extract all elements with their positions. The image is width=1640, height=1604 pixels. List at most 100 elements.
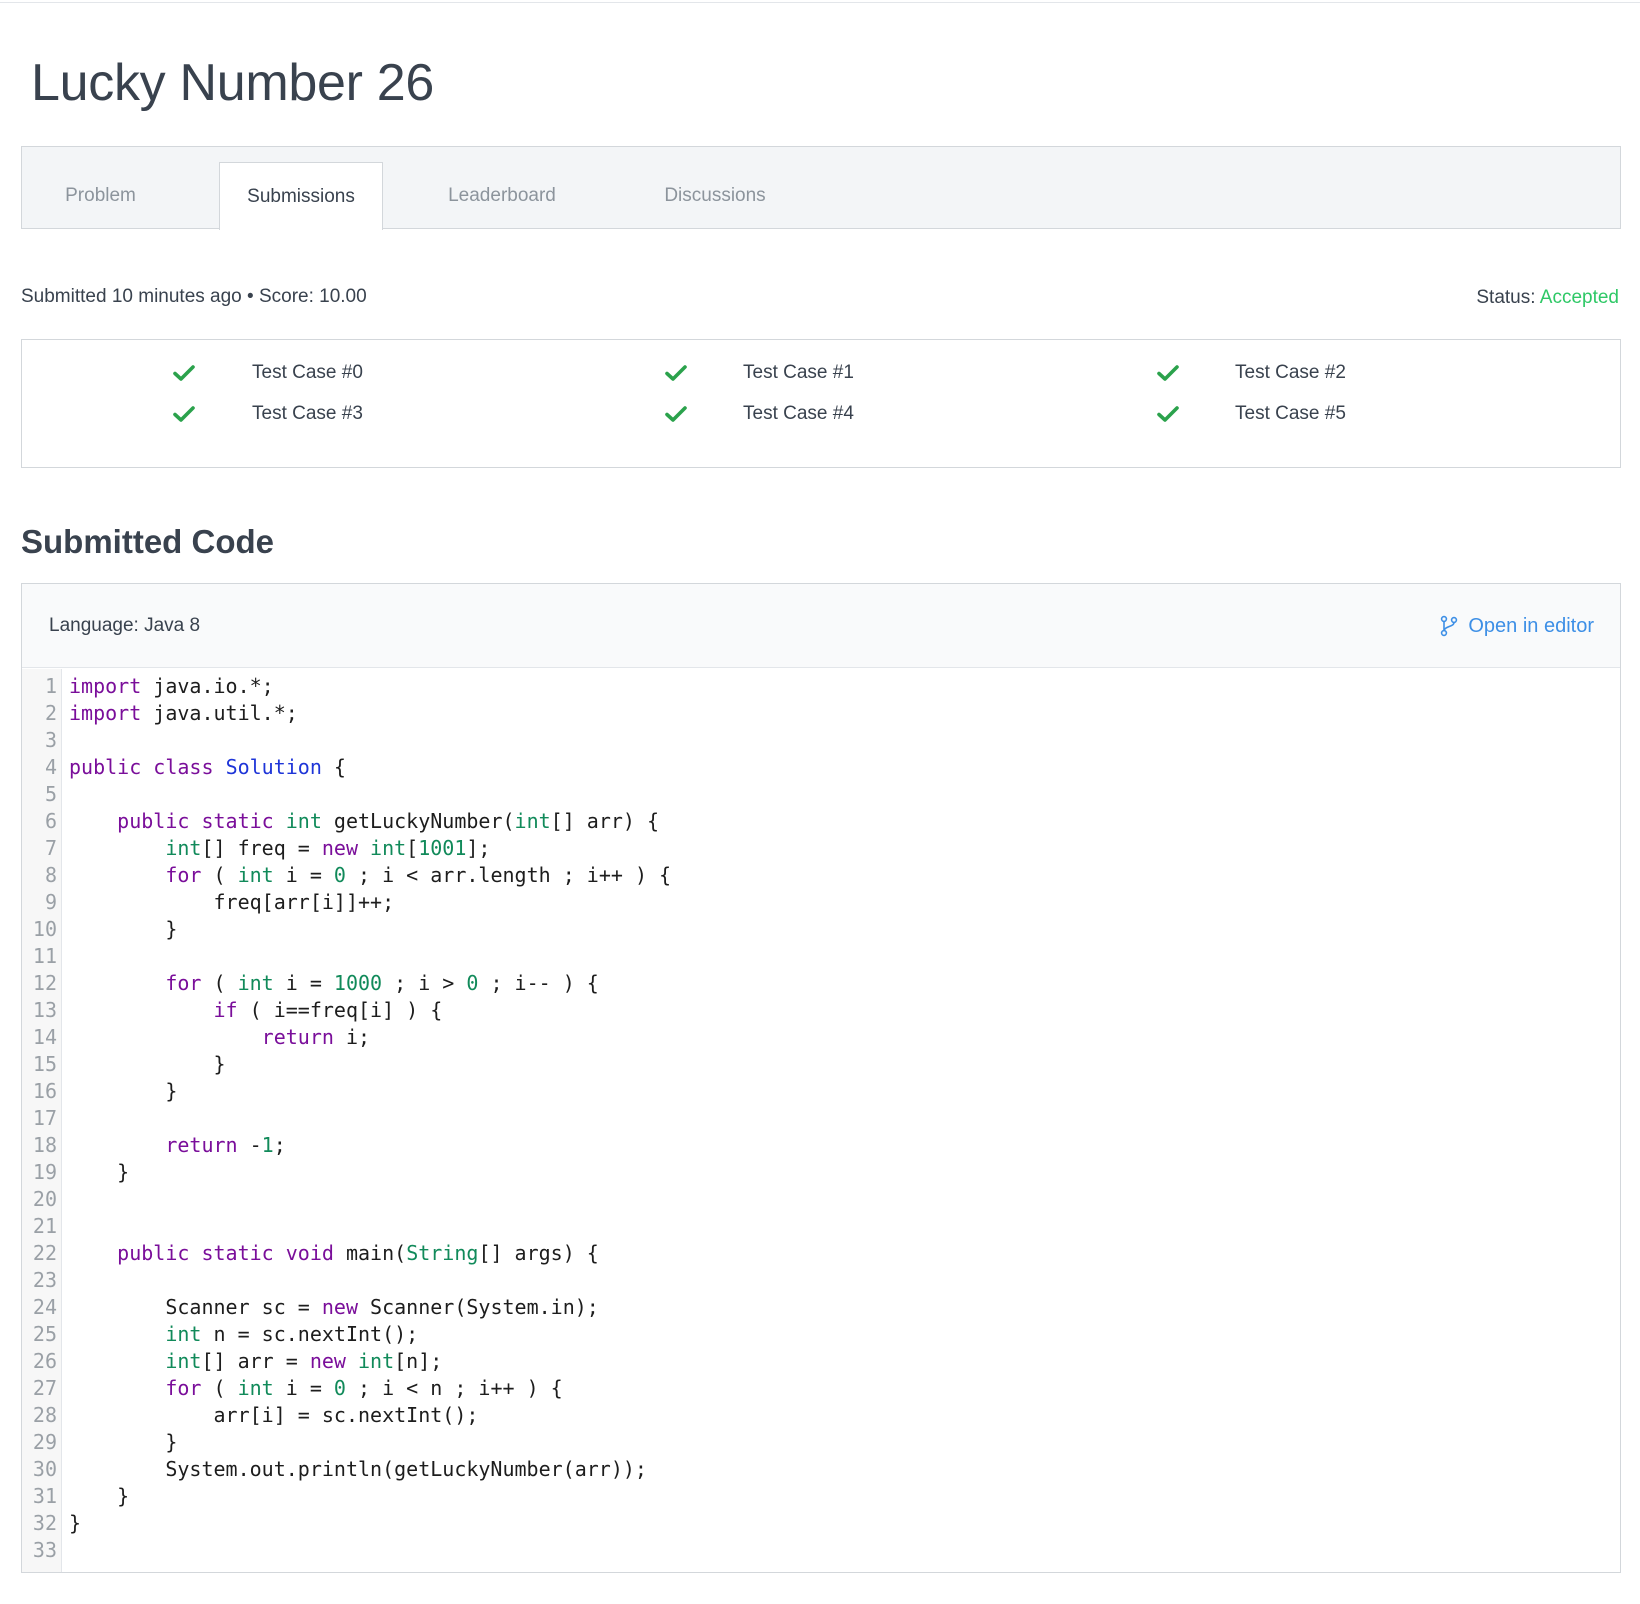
code-line: 18 return -1; — [22, 1132, 1620, 1159]
code-line: 16 } — [22, 1078, 1620, 1105]
code-line-text: for ( int i = 0 ; i < n ; i++ ) { — [165, 1376, 563, 1400]
code-line-text: public static void main(String[] args) { — [117, 1241, 599, 1265]
code-line: 2 import java.util.*; — [22, 700, 1620, 727]
check-icon — [665, 406, 687, 422]
code-line: 5 — [22, 781, 1620, 808]
code-line-text: int[] freq = new int[1001]; — [165, 836, 491, 860]
line-number: 3 — [44, 728, 57, 752]
check-icon — [173, 406, 195, 422]
line-number: 10 — [32, 917, 57, 941]
tab-submissions[interactable]: Submissions — [219, 162, 383, 230]
code-line: 28 arr[i] = sc.nextInt(); — [22, 1402, 1620, 1429]
test-cases-panel: Test Case #0 Test Case #1 Test Case #2 Test… — [21, 339, 1621, 468]
check-icon — [1157, 406, 1179, 422]
code-line: 6 public static int getLuckyNumber(int[]… — [22, 808, 1620, 835]
check-icon — [173, 365, 195, 381]
code-line: 15 } — [22, 1051, 1620, 1078]
line-number: 12 — [32, 971, 57, 995]
test-case-label[interactable]: Test Case #2 — [1235, 358, 1346, 388]
line-number: 21 — [32, 1214, 57, 1238]
code-panel: Language: Java 8 Open in editor 1 import … — [21, 583, 1621, 1573]
line-number: 17 — [32, 1106, 57, 1130]
code-line-text: int n = sc.nextInt(); — [165, 1322, 419, 1346]
code-line: 21 — [22, 1213, 1620, 1240]
test-case-label[interactable]: Test Case #1 — [743, 358, 854, 388]
submitted-code-title: Submitted Code — [21, 523, 274, 560]
tab-problem[interactable]: Problem — [22, 162, 179, 229]
code-line-text: } — [69, 1430, 178, 1454]
code-line-text: } — [69, 1079, 178, 1103]
code-line-text: } — [69, 917, 178, 941]
code-line-text: } — [69, 1511, 82, 1535]
line-number: 22 — [32, 1241, 57, 1265]
code-line: 8 for ( int i = 0 ; i < arr.length ; i++… — [22, 862, 1620, 889]
code-line: 23 — [22, 1267, 1620, 1294]
code-line-text: int[] arr = new int[n]; — [165, 1349, 443, 1373]
code-line: 24 Scanner sc = new Scanner(System.in); — [22, 1294, 1620, 1321]
test-case-label[interactable]: Test Case #0 — [252, 358, 363, 388]
code-line-text: for ( int i = 1000 ; i > 0 ; i-- ) { — [165, 971, 599, 995]
line-number: 18 — [32, 1133, 57, 1157]
line-number: 28 — [32, 1403, 57, 1427]
code-line: 31 } — [22, 1483, 1620, 1510]
line-number: 13 — [32, 998, 57, 1022]
test-case-label[interactable]: Test Case #5 — [1235, 399, 1346, 429]
code-line: 19 } — [22, 1159, 1620, 1186]
code-line-text: } — [69, 1484, 130, 1508]
line-number: 7 — [44, 836, 57, 860]
line-number: 11 — [32, 944, 57, 968]
code-line: 33 — [22, 1537, 1620, 1564]
language-label: Language: Java 8 — [49, 615, 201, 636]
line-number: 31 — [32, 1484, 57, 1508]
code-line: 4 public class Solution { — [22, 754, 1620, 781]
tab-leaderboard[interactable]: Leaderboard — [420, 162, 584, 229]
code-line: 3 — [22, 727, 1620, 754]
line-number: 24 — [32, 1295, 57, 1319]
line-number: 4 — [44, 755, 57, 779]
code-line: 7 int[] freq = new int[1001]; — [22, 835, 1620, 862]
code-line-text: for ( int i = 0 ; i < arr.length ; i++ )… — [165, 863, 672, 887]
code-line: 17 — [22, 1105, 1620, 1132]
line-number: 25 — [32, 1322, 57, 1346]
code-line: 27 for ( int i = 0 ; i < n ; i++ ) { — [22, 1375, 1620, 1402]
check-icon — [665, 365, 687, 381]
code-line-text: System.out.println(getLuckyNumber(arr)); — [69, 1457, 647, 1481]
code-line: 26 int[] arr = new int[n]; — [22, 1348, 1620, 1375]
code-line: 20 — [22, 1186, 1620, 1213]
open-in-editor-link[interactable]: Open in editor — [1439, 613, 1594, 639]
code-line: 1 import java.io.*; — [22, 673, 1620, 700]
code-line: 10 } — [22, 916, 1620, 943]
tab-discussions[interactable]: Discussions — [633, 162, 797, 229]
line-number: 8 — [44, 863, 57, 887]
code-line: 32} — [22, 1510, 1620, 1537]
code-line: 11 — [22, 943, 1620, 970]
code-line-text: } — [69, 1052, 226, 1076]
line-number: 33 — [32, 1538, 57, 1562]
status-label: Status: — [1476, 287, 1536, 308]
line-number: 14 — [32, 1025, 57, 1049]
submission-status: Status: Accepted — [1476, 285, 1619, 311]
code-line: 9 freq[arr[i]]++; — [22, 889, 1620, 916]
line-number: 5 — [44, 782, 57, 806]
code-line-text: Scanner sc = new Scanner(System.in); — [69, 1295, 599, 1319]
code-line-text: import java.io.*; — [69, 674, 274, 698]
test-case-label[interactable]: Test Case #4 — [743, 399, 854, 429]
line-number: 2 — [44, 701, 57, 725]
submission-meta: Submitted 10 minutes ago • Score: 10.00 — [21, 286, 367, 307]
code-header: Language: Java 8 Open in editor — [22, 584, 1620, 668]
line-number: 6 — [44, 809, 57, 833]
code-line: 29 } — [22, 1429, 1620, 1456]
line-number: 15 — [32, 1052, 57, 1076]
test-case-label[interactable]: Test Case #3 — [252, 399, 363, 429]
line-number: 29 — [32, 1430, 57, 1454]
tab-bar: Problem Submissions Leaderboard Discussi… — [21, 146, 1621, 230]
line-number: 27 — [32, 1376, 57, 1400]
line-number: 16 — [32, 1079, 57, 1103]
code-line: 25 int n = sc.nextInt(); — [22, 1321, 1620, 1348]
code-editor: 1 import java.io.*; 2 import java.util.*; 3 4… — [22, 669, 1620, 1572]
top-divider — [0, 2, 1640, 3]
code-line: 14 return i; — [22, 1024, 1620, 1051]
code-line-text: public static int getLuckyNumber(int[] a… — [117, 809, 660, 833]
code-line: 30 System.out.println(getLuckyNumber(arr… — [22, 1456, 1620, 1483]
line-number: 20 — [32, 1187, 57, 1211]
